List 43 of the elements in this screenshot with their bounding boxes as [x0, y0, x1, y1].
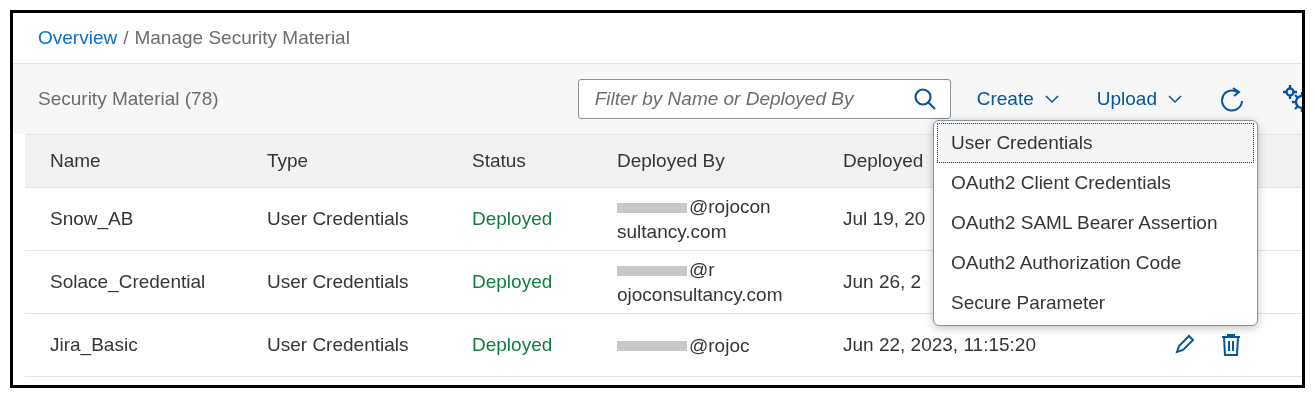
chevron-down-icon — [1044, 94, 1059, 104]
table-cell: @rojocon — [689, 196, 771, 217]
column-header[interactable]: Name — [50, 150, 101, 172]
search-field[interactable]: Filter by Name or Deployed By — [577, 79, 951, 119]
menu-item[interactable]: OAuth2 SAML Bearer Assertion — [937, 203, 1254, 243]
status-text: Deployed — [472, 334, 553, 356]
menu-item[interactable]: User Credentials — [937, 123, 1254, 163]
redaction-mark — [617, 203, 687, 213]
trash-icon[interactable] — [1220, 333, 1242, 357]
menu-item[interactable]: Secure Parameter — [937, 283, 1254, 323]
breadcrumb-link[interactable]: Overview — [38, 27, 118, 49]
search-icon[interactable] — [912, 87, 937, 111]
column-header[interactable]: Deployed — [843, 150, 924, 172]
status-text: Deployed — [472, 271, 553, 293]
dropdown-button[interactable]: Create — [976, 88, 1059, 110]
table-cell: Jun 26, 2 — [843, 271, 922, 293]
table-cell: User Credentials — [267, 208, 409, 230]
menu-item[interactable]: OAuth2 Client Credentials — [937, 163, 1254, 203]
redaction-mark — [617, 341, 687, 352]
chevron-down-icon — [1168, 94, 1182, 104]
table-title: Security Material (78) — [38, 88, 220, 110]
table-cell: Snow_AB — [50, 208, 134, 230]
table-cell: @rojoc — [689, 334, 750, 356]
table-cell: @r — [689, 259, 715, 280]
refresh-icon[interactable] — [1219, 85, 1245, 113]
table-cell: Jul 19, 20 — [843, 208, 926, 230]
breadcrumb-separator: / — [123, 27, 129, 49]
column-header[interactable]: Status — [472, 150, 526, 172]
table-cell: User Credentials — [267, 271, 409, 293]
page-title: Manage Security Material — [134, 27, 350, 49]
column-header[interactable]: Type — [267, 150, 309, 172]
menu-item[interactable]: OAuth2 Authorization Code — [937, 243, 1254, 283]
pencil-icon[interactable] — [1174, 333, 1196, 355]
table-cell: Jun 22, 2023, 11:15:20 — [843, 334, 1036, 356]
redaction-mark — [617, 266, 687, 276]
table-cell: User Credentials — [267, 334, 409, 356]
table-cell: Solace_Credential — [50, 271, 206, 293]
table-cell: Jira_Basic — [50, 334, 138, 356]
dropdown-button[interactable]: Upload — [1096, 88, 1182, 110]
column-header[interactable]: Deployed By — [617, 150, 725, 172]
table-cell: ojoconsultancy.com — [617, 284, 783, 305]
status-text: Deployed — [472, 208, 553, 230]
table-cell: sultancy.com — [617, 221, 727, 242]
